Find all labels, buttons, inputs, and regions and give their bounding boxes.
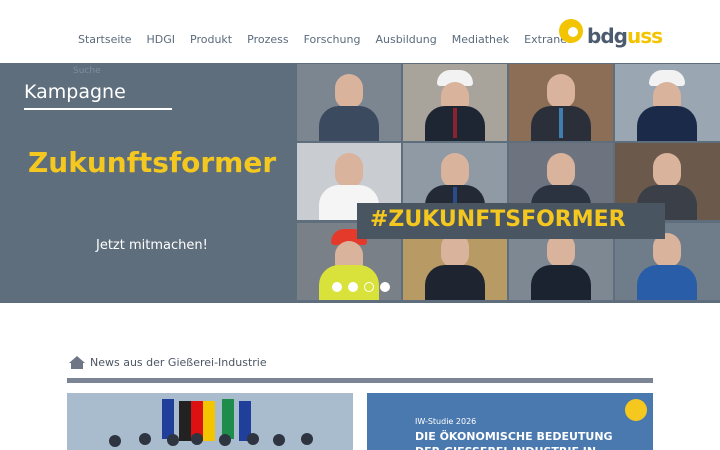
hero-title: Zukunftsformer [28,146,277,179]
news-card-2-tag: IW-Studie 2026 [415,417,477,426]
slider-dot-1[interactable] [332,282,342,292]
news-card-1[interactable] [67,393,353,450]
nav-produkt[interactable]: Produkt [190,33,232,46]
slider-dot-2[interactable] [348,282,358,292]
nav-prozess[interactable]: Prozess [247,33,288,46]
logo-wordmark: bdguss [587,24,663,48]
nav-forschung[interactable]: Forschung [304,33,361,46]
video-tile[interactable] [615,64,720,141]
site-header: Startseite HDGI Produkt Prozess Forschun… [0,0,720,63]
video-tile[interactable] [297,64,401,141]
nav-hdgi[interactable]: HDGI [147,33,176,46]
news-heading-label: News aus der Gießerei-Industrie [90,356,267,369]
video-tile[interactable] [509,64,613,141]
slider-dot-3[interactable] [364,282,374,292]
hero-text-panel: Kampagne Zukunftsformer Jetzt mitmachen! [0,63,295,303]
home-icon [69,356,85,369]
news-section-heading: News aus der Gießerei-Industrie [68,355,267,370]
slider-dot-4[interactable] [380,282,390,292]
news-card-1-image [67,393,353,450]
nav-mediathek[interactable]: Mediathek [452,33,509,46]
video-grid [295,63,720,303]
news-divider [67,378,653,383]
nav-ausbildung[interactable]: Ausbildung [375,33,436,46]
hero-slider[interactable]: Kampagne Zukunftsformer Jetzt mitmachen!… [0,63,720,303]
hashtag-banner: #ZUKUNFTSFORMER [370,207,626,232]
nav-startseite[interactable]: Startseite [78,33,132,46]
search-label[interactable]: Suche [73,66,101,76]
logo-mark-icon [559,19,583,43]
hero-cta-link[interactable]: Jetzt mitmachen! [96,238,208,253]
hero-divider [24,108,172,110]
hero-kicker: Kampagne [24,81,126,103]
main-nav: Startseite HDGI Produkt Prozess Forschun… [78,33,571,46]
news-card-2[interactable]: IW-Studie 2026 DIE ÖKONOMISCHE BEDEUTUNG… [367,393,653,450]
bdguss-logo[interactable]: bdguss [557,16,663,50]
video-tile[interactable] [403,64,507,141]
news-card-2-title: DIE ÖKONOMISCHE BEDEUTUNG DER GIESSEREI-… [415,430,613,450]
slider-dots [332,282,390,292]
sun-icon [625,399,647,421]
